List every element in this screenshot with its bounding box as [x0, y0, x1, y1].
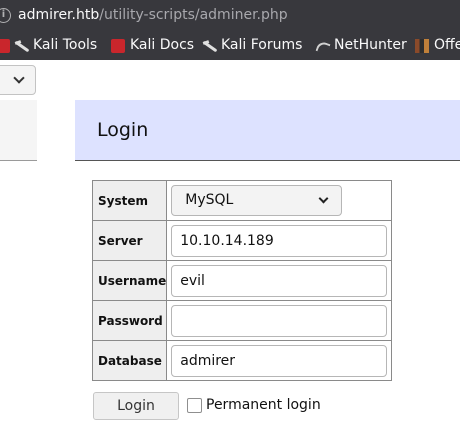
language-select[interactable] [0, 65, 36, 95]
login-form: System MySQL Server Username Password [91, 180, 393, 381]
url-path: /utility-scripts/adminer.php [99, 7, 288, 23]
bookmark-kali-docs[interactable]: Kali Docs [111, 31, 194, 60]
page-header: Login [75, 100, 460, 161]
form-row-database: Database [91, 340, 393, 381]
address-bar[interactable]: i admirer.htb/utility-scripts/adminer.ph… [0, 0, 460, 31]
page-content: Login System MySQL Server Username [0, 60, 460, 446]
username-label: Username [91, 260, 168, 301]
bookmark-label: NetHunter [334, 37, 407, 53]
chevron-down-icon [318, 193, 329, 204]
kali-dragon-icon [14, 39, 28, 53]
permanent-login-label: Permanent login [206, 397, 321, 413]
bookmark-offsec[interactable]: Offe [415, 31, 460, 60]
password-cell [166, 300, 393, 341]
nethunter-icon [315, 39, 329, 53]
database-input[interactable] [171, 344, 388, 377]
bookmark-nethunter[interactable]: NetHunter [315, 31, 407, 60]
permanent-login-checkbox[interactable] [187, 397, 202, 413]
username-cell [166, 260, 393, 301]
sidebar-menu [0, 100, 37, 161]
url-text[interactable]: admirer.htb/utility-scripts/adminer.php [18, 0, 288, 31]
form-row-system: System MySQL [91, 180, 393, 221]
bookmark-icon [0, 38, 10, 53]
url-host: admirer.htb [18, 7, 100, 23]
username-input[interactable] [171, 264, 388, 297]
password-label: Password [91, 300, 168, 341]
database-label: Database [91, 340, 168, 381]
bookmark-kali-forums[interactable]: Kali Forums [202, 31, 302, 60]
bookmarks-toolbar: Kali Tools Kali Docs Kali Forums NetHunt… [0, 31, 460, 60]
kali-docs-icon [111, 38, 125, 53]
kali-dragon-icon [202, 39, 216, 53]
server-label: Server [91, 220, 168, 261]
bookmark-label: Kali Forums [221, 37, 303, 53]
bookmark-label: Kali Docs [130, 37, 195, 53]
server-cell [166, 220, 393, 261]
form-row-username: Username [91, 260, 393, 301]
info-icon[interactable]: i [0, 8, 11, 23]
form-row-password: Password [91, 300, 393, 341]
offsec-icon [415, 38, 429, 53]
system-select[interactable]: MySQL [171, 185, 343, 216]
form-row-server: Server [91, 220, 393, 261]
chevron-down-icon [13, 72, 25, 84]
password-input[interactable] [171, 304, 388, 337]
server-input[interactable] [171, 224, 388, 257]
login-button[interactable]: Login [93, 392, 179, 420]
system-cell: MySQL [166, 180, 393, 221]
system-label: System [91, 180, 168, 221]
page-title: Login [97, 119, 149, 141]
bookmark-kali-tools[interactable]: Kali Tools [14, 31, 97, 60]
bookmark-partial[interactable] [0, 31, 10, 60]
system-select-value: MySQL [185, 192, 234, 208]
permanent-login-option[interactable]: Permanent login [187, 397, 321, 413]
bookmark-label: Kali Tools [33, 37, 98, 53]
bookmark-label: Offe [434, 37, 460, 53]
database-cell [166, 340, 393, 381]
